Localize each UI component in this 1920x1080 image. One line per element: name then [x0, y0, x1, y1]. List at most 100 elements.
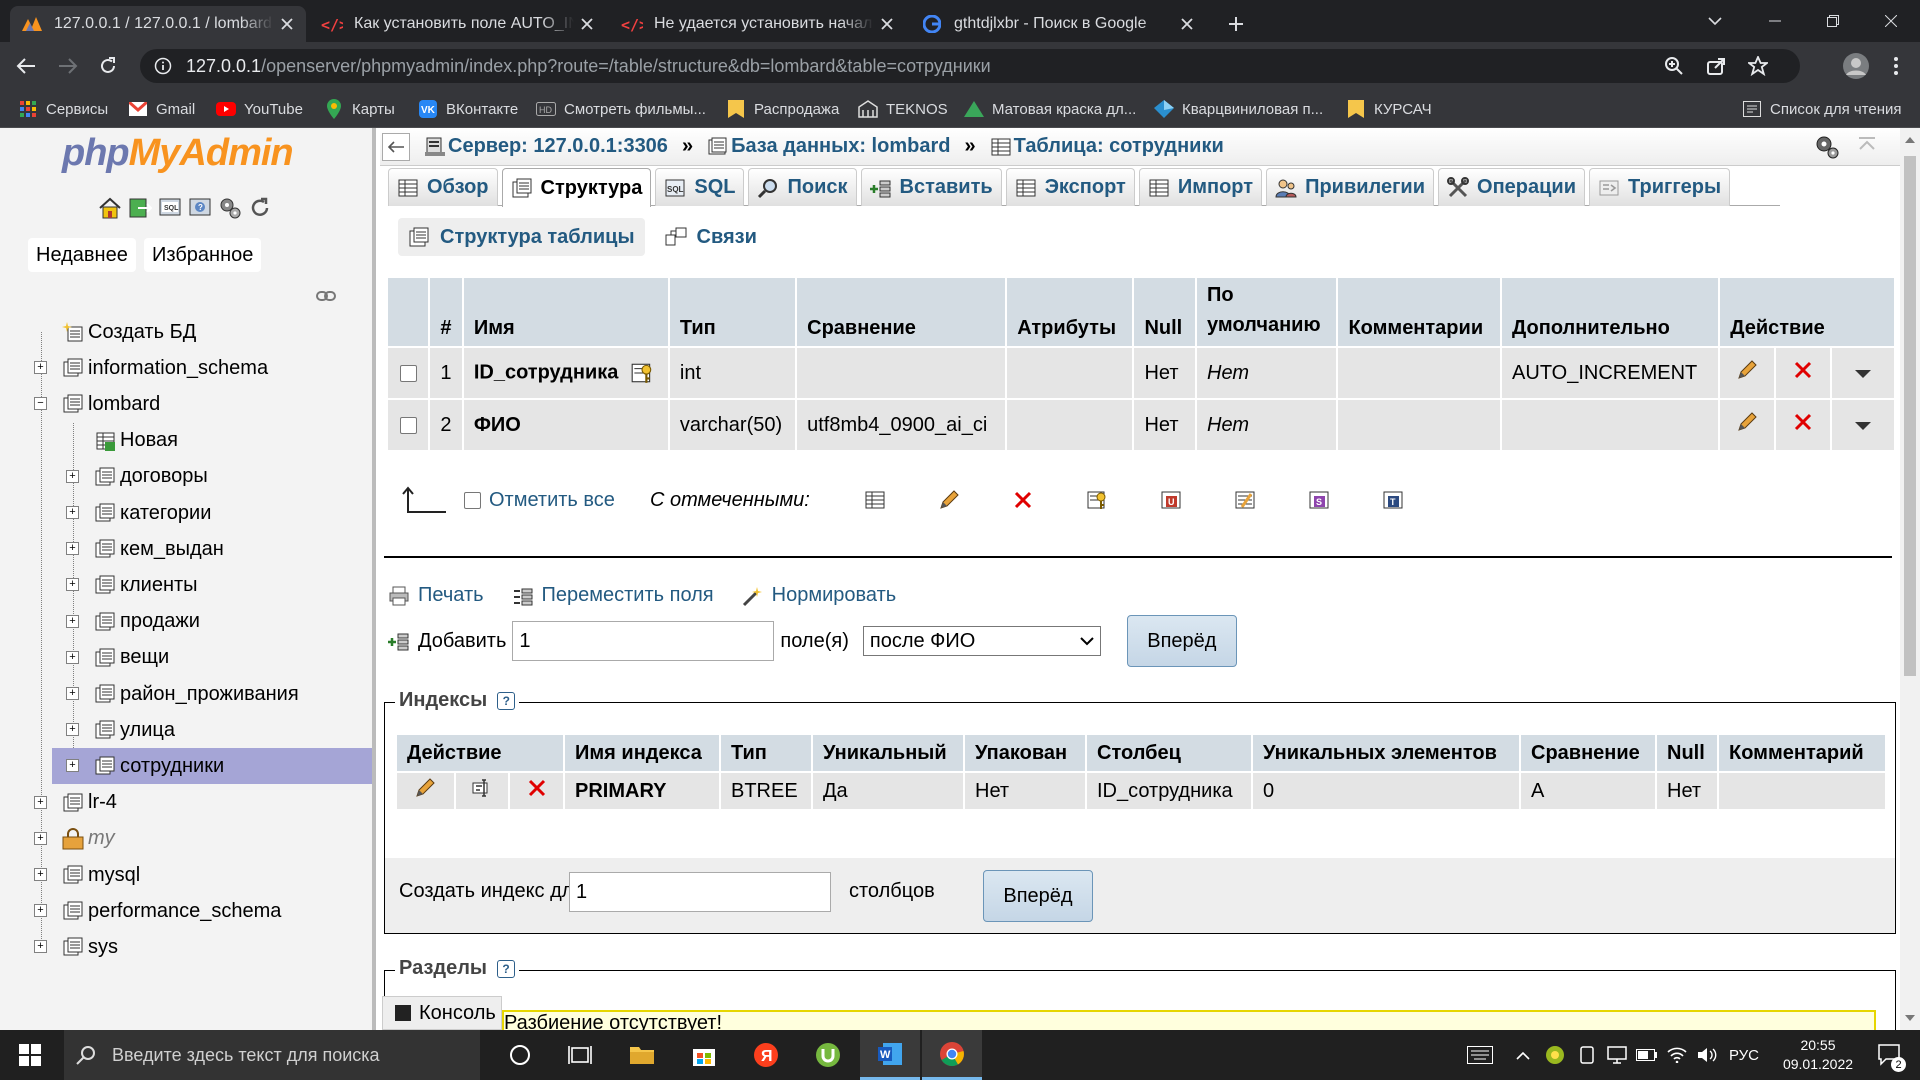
bookmark-star-icon[interactable] — [1748, 56, 1768, 76]
close-tab-icon[interactable] — [878, 15, 896, 33]
word-app[interactable]: W — [860, 1030, 920, 1080]
tab-insert[interactable]: Вставить — [860, 168, 1002, 206]
reload-button[interactable] — [92, 50, 124, 82]
index-rename-cell[interactable] — [455, 773, 509, 809]
browser-menu-button[interactable] — [1880, 50, 1912, 82]
scroll-down-icon[interactable] — [1900, 1010, 1920, 1026]
recent-tables-button[interactable]: Недавнее — [28, 238, 136, 272]
tree-item-selected[interactable]: + сотрудники — [52, 748, 372, 785]
wifi-icon[interactable] — [1662, 1030, 1692, 1080]
scroll-up-icon[interactable] — [1900, 132, 1920, 148]
close-tab-icon[interactable] — [278, 15, 296, 33]
volume-icon[interactable] — [1692, 1030, 1722, 1080]
close-tab-icon[interactable] — [1178, 15, 1196, 33]
bookmark-quartz[interactable]: Кварцвиниловая п... — [1154, 98, 1323, 120]
expand-plus-icon[interactable]: + — [66, 650, 79, 664]
fulltext-selected-icon[interactable]: T — [1382, 478, 1404, 522]
tree-item-table[interactable]: + продажи — [0, 604, 372, 640]
edit-column-pencil-icon[interactable] — [1720, 348, 1774, 398]
expand-plus-icon[interactable]: + — [34, 795, 47, 809]
browse-selected-icon[interactable] — [864, 478, 886, 522]
home-icon[interactable] — [98, 196, 122, 220]
back-button[interactable] — [10, 50, 42, 82]
minimize-button[interactable] — [1746, 0, 1804, 42]
move-columns-link[interactable]: Переместить поля — [512, 584, 714, 607]
row-select-cell[interactable] — [388, 400, 429, 450]
settings-gear-icon[interactable] — [218, 196, 242, 220]
expand-plus-icon[interactable]: + — [34, 361, 47, 375]
subtab-relations[interactable]: Связи — [655, 218, 767, 256]
pencil-icon[interactable] — [414, 777, 436, 799]
expand-plus-icon[interactable]: + — [66, 542, 79, 556]
tab-operations[interactable]: Операции — [1438, 168, 1586, 206]
tab-triggers[interactable]: Триггеры — [1589, 168, 1731, 206]
breadcrumb-table[interactable]: Таблица: сотрудники — [990, 135, 1224, 158]
normalize-link[interactable]: Нормировать — [742, 584, 896, 607]
task-view-button[interactable] — [550, 1030, 610, 1080]
battery-icon[interactable] — [1632, 1030, 1662, 1080]
expand-plus-icon[interactable]: + — [34, 868, 47, 881]
bookmark-kursach[interactable]: КУРСАЧ — [1346, 98, 1432, 120]
browser-tab-initial-value[interactable]: </> Не удается установить начальное знач… — [610, 6, 906, 42]
tree-item-table[interactable]: + вещи — [0, 640, 372, 676]
microsoft-store-app[interactable] — [674, 1030, 734, 1080]
tree-item-table[interactable]: + договоры — [0, 459, 372, 495]
phpmyadmin-logo[interactable]: phpMyAdmin — [62, 132, 294, 175]
edit-column-pencil-icon[interactable] — [1720, 400, 1774, 450]
check-all-checkbox[interactable] — [464, 491, 481, 509]
bookmark-gmail[interactable]: Gmail — [128, 98, 195, 120]
bookmark-vk[interactable]: VK ВКонтакте — [418, 98, 518, 120]
breadcrumb-database[interactable]: База данных: lombard — [707, 135, 950, 158]
notifications-button[interactable]: 2 — [1868, 1030, 1912, 1080]
tab-structure[interactable]: Структура — [501, 168, 652, 207]
tab-browse[interactable]: Обзор — [388, 168, 498, 206]
tab-search-button[interactable] — [1686, 0, 1744, 42]
tree-item-table[interactable]: + категории — [0, 495, 372, 531]
delete-x-icon[interactable] — [526, 777, 548, 799]
tree-item-database[interactable]: + sys — [0, 929, 372, 965]
utorrent-app[interactable] — [798, 1030, 858, 1080]
info-icon[interactable] — [154, 57, 172, 75]
keyboard-icon[interactable] — [1460, 1030, 1500, 1080]
clock[interactable]: 20:55 09.01.2022 — [1776, 1030, 1860, 1080]
rename-index-icon[interactable] — [471, 777, 493, 799]
index-selected-icon[interactable] — [1234, 478, 1256, 522]
tab-export[interactable]: Экспорт — [1005, 168, 1135, 206]
column-position-select[interactable]: после ФИО — [862, 626, 1101, 656]
close-window-button[interactable] — [1862, 0, 1920, 42]
spatial-selected-icon[interactable]: S — [1308, 478, 1330, 522]
zoom-icon[interactable] — [1664, 56, 1684, 76]
expand-plus-icon[interactable]: + — [66, 506, 79, 519]
help-icon[interactable]: ? — [497, 959, 515, 978]
bookmark-teknos[interactable]: TEKNOS — [858, 98, 948, 120]
bookmark-services[interactable]: Сервисы — [18, 98, 108, 120]
create-index-columns-input[interactable]: 1 — [569, 872, 831, 912]
tree-item-database[interactable]: Создать БД — [0, 314, 372, 350]
tray-expand-chevron-up-icon[interactable] — [1508, 1030, 1538, 1080]
more-actions-dropdown-icon[interactable] — [1831, 348, 1894, 398]
console-toggle[interactable]: Консоль — [382, 996, 502, 1030]
tree-item-table[interactable]: + кем_выдан — [0, 531, 372, 567]
reload-icon[interactable] — [248, 196, 272, 220]
cortana-button[interactable] — [490, 1030, 550, 1080]
tab-search[interactable]: Поиск — [748, 168, 857, 206]
expand-plus-icon[interactable]: + — [66, 469, 79, 483]
close-tab-icon[interactable] — [578, 15, 596, 33]
link-chain-icon[interactable] — [316, 290, 336, 302]
favorite-tables-button[interactable]: Избранное — [144, 238, 262, 272]
tree-item-database[interactable]: + my — [0, 821, 372, 857]
row-checkbox[interactable] — [399, 364, 417, 382]
tray-display-icon[interactable] — [1602, 1030, 1632, 1080]
tab-import[interactable]: Импорт — [1138, 168, 1263, 206]
add-columns-go-button[interactable]: Вперёд — [1126, 615, 1237, 667]
drop-selected-icon[interactable] — [1012, 478, 1034, 522]
collapse-top-icon[interactable] — [1856, 134, 1878, 156]
edit-selected-pencil-icon[interactable] — [938, 478, 960, 522]
expand-plus-icon[interactable]: + — [34, 904, 47, 918]
bookmark-films[interactable]: HD Смотреть фильмы... — [536, 98, 706, 120]
breadcrumb-server[interactable]: Сервер: 127.0.0.1:3306 — [424, 135, 668, 158]
tree-item-table[interactable]: + район_проживания — [0, 676, 372, 712]
browser-tab-google[interactable]: gthtdjlxbr - Поиск в Google — [910, 6, 1206, 42]
restore-button[interactable] — [1804, 0, 1862, 42]
tree-item-database[interactable]: + information_schema — [0, 350, 372, 386]
